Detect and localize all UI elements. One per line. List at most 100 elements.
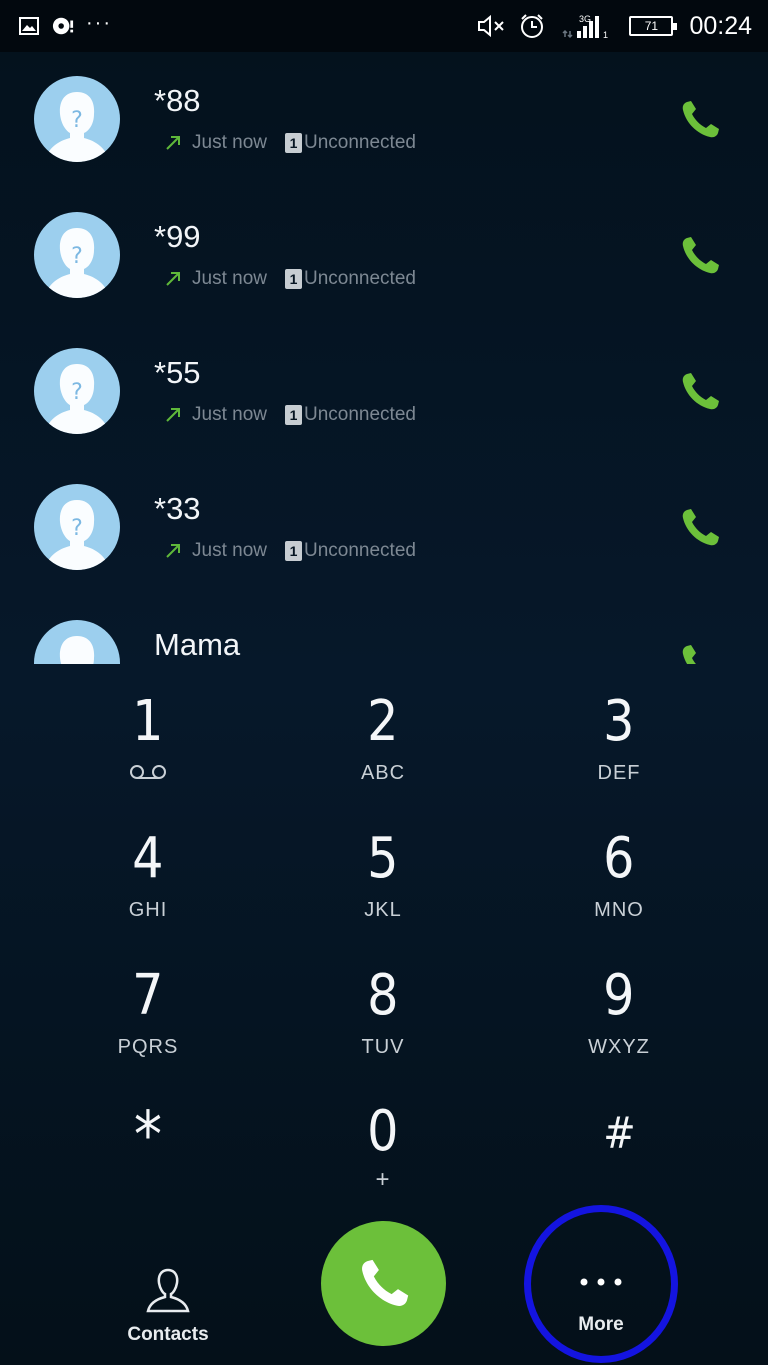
svg-text:1: 1 bbox=[603, 30, 608, 39]
key-letters: GHI bbox=[128, 899, 168, 921]
key-letters: JKL bbox=[364, 899, 402, 921]
key-digit: 7 bbox=[132, 963, 164, 1028]
dialpad-key-4[interactable]: 4 GHI bbox=[48, 831, 248, 941]
more-label: More bbox=[578, 1314, 624, 1335]
outgoing-call-icon bbox=[166, 136, 180, 150]
dialpad-key-3[interactable]: 3 DEF bbox=[519, 694, 719, 804]
dial-call-button[interactable] bbox=[321, 1221, 446, 1346]
signal-icon: 3G 1 bbox=[557, 14, 617, 39]
dialpad-key-2[interactable]: 2 ABC bbox=[283, 694, 483, 804]
key-letters: MNO bbox=[594, 899, 644, 921]
dialpad-key-7[interactable]: 7 PQRS bbox=[48, 968, 248, 1078]
mute-icon bbox=[477, 14, 507, 38]
dialpad-key-6[interactable]: 6 MNO bbox=[519, 831, 719, 941]
dialpad-key-1[interactable]: 1 bbox=[48, 694, 248, 804]
key-digit: 0 bbox=[367, 1099, 399, 1164]
call-time: Just now bbox=[192, 540, 267, 561]
dialpad-key-0[interactable]: 0 + bbox=[283, 1104, 483, 1214]
more-notifications-icon: ··· bbox=[86, 12, 112, 34]
call-meta: Just now 1 Unconnected bbox=[164, 132, 416, 154]
key-digit: * bbox=[133, 1099, 163, 1173]
call-log-row[interactable]: Mama bbox=[0, 596, 768, 664]
key-digit: # bbox=[602, 1108, 636, 1159]
status-time: 00:24 bbox=[689, 11, 752, 40]
contact-name: *55 bbox=[154, 355, 201, 390]
more-button[interactable]: More bbox=[524, 1205, 678, 1363]
phone-icon[interactable] bbox=[678, 234, 722, 278]
contact-name: *99 bbox=[154, 219, 201, 254]
call-log-list[interactable]: ? *88 Just now 1 Unconnected ? *99 Just … bbox=[0, 52, 768, 664]
call-meta: Just now 1 Unconnected bbox=[164, 540, 416, 562]
status-bar-right: 3G 1 71 00:24 bbox=[477, 12, 752, 41]
sim-1-icon: 1 bbox=[284, 405, 302, 425]
key-digit: 8 bbox=[367, 963, 399, 1028]
dialpad-key-hash[interactable]: # bbox=[519, 1104, 719, 1214]
key-letters: DEF bbox=[597, 762, 641, 784]
sim-1-icon: 1 bbox=[284, 269, 302, 289]
alarm-icon bbox=[519, 14, 545, 38]
svg-text:?: ? bbox=[71, 380, 83, 405]
svg-text:?: ? bbox=[71, 108, 83, 133]
contact-name: *33 bbox=[154, 491, 201, 526]
call-status: Unconnected bbox=[303, 268, 416, 289]
battery-icon: 71 bbox=[629, 16, 678, 36]
call-status: Unconnected bbox=[303, 404, 416, 425]
voicemail-icon bbox=[130, 765, 166, 779]
avatar: ? bbox=[34, 212, 120, 298]
status-bar: ··· 3G 1 71 00:24 bbox=[0, 0, 768, 52]
outgoing-call-icon bbox=[166, 544, 180, 558]
call-log-row[interactable]: ? *55 Just now 1 Unconnected bbox=[0, 324, 768, 460]
avatar: ? bbox=[34, 76, 120, 162]
sim-1-icon: 1 bbox=[284, 541, 302, 561]
dialer-screen: ··· 3G 1 71 00:24 ? *88 Just now 1 Uncon… bbox=[0, 0, 768, 1365]
key-digit: 6 bbox=[603, 826, 635, 891]
contacts-icon bbox=[146, 1268, 190, 1313]
key-digit: 2 bbox=[367, 689, 399, 754]
dialpad-key-9[interactable]: 9 WXYZ bbox=[519, 968, 719, 1078]
dialpad-key-8[interactable]: 8 TUV bbox=[283, 968, 483, 1078]
contacts-button[interactable]: Contacts bbox=[100, 1266, 236, 1358]
key-letters: + bbox=[375, 1166, 391, 1193]
gallery-icon bbox=[18, 15, 40, 37]
key-digit: 4 bbox=[132, 826, 164, 891]
avatar bbox=[34, 620, 120, 664]
key-letters: WXYZ bbox=[588, 1036, 650, 1058]
dialpad: 1 2 ABC 3 DEF 4 GHI 5 JKL 6 MNO 7 PQRS 8 bbox=[0, 686, 768, 1226]
more-dots-icon bbox=[580, 1278, 622, 1286]
status-bar-left: ··· bbox=[18, 12, 112, 37]
call-log-row[interactable]: ? *88 Just now 1 Unconnected bbox=[0, 52, 768, 188]
sim-1-icon: 1 bbox=[284, 133, 302, 153]
outgoing-call-icon bbox=[166, 408, 180, 422]
svg-text:?: ? bbox=[71, 516, 83, 541]
bottom-action-bar: Contacts More bbox=[0, 1205, 768, 1365]
phone-icon[interactable] bbox=[678, 98, 722, 142]
call-log-row[interactable]: ? *99 Just now 1 Unconnected bbox=[0, 188, 768, 324]
phone-icon[interactable] bbox=[678, 506, 722, 550]
phone-icon bbox=[361, 1259, 408, 1306]
call-status: Unconnected bbox=[303, 540, 416, 561]
call-status: Unconnected bbox=[303, 132, 416, 153]
key-digit: 5 bbox=[367, 826, 399, 891]
call-meta: Just now 1 Unconnected bbox=[164, 404, 416, 426]
sync-icon bbox=[52, 15, 74, 37]
outgoing-call-icon bbox=[166, 272, 180, 286]
contacts-label: Contacts bbox=[127, 1324, 209, 1345]
call-log-row[interactable]: ? *33 Just now 1 Unconnected bbox=[0, 460, 768, 596]
avatar: ? bbox=[34, 348, 120, 434]
phone-icon[interactable] bbox=[678, 370, 722, 414]
svg-text:?: ? bbox=[71, 244, 83, 269]
key-digit: 3 bbox=[603, 689, 635, 754]
dialpad-key-star[interactable]: * bbox=[48, 1104, 248, 1214]
key-letters: TUV bbox=[361, 1036, 405, 1058]
key-digit: 1 bbox=[132, 689, 164, 754]
call-meta: Just now 1 Unconnected bbox=[164, 268, 416, 290]
phone-icon[interactable] bbox=[678, 642, 722, 664]
contact-name: Mama bbox=[154, 627, 241, 662]
avatar: ? bbox=[34, 484, 120, 570]
key-letters: ABC bbox=[360, 762, 406, 784]
call-time: Just now bbox=[192, 132, 267, 153]
contact-name: *88 bbox=[154, 83, 201, 118]
call-time: Just now bbox=[192, 404, 267, 425]
dialpad-key-5[interactable]: 5 JKL bbox=[283, 831, 483, 941]
key-letters: PQRS bbox=[117, 1036, 179, 1058]
